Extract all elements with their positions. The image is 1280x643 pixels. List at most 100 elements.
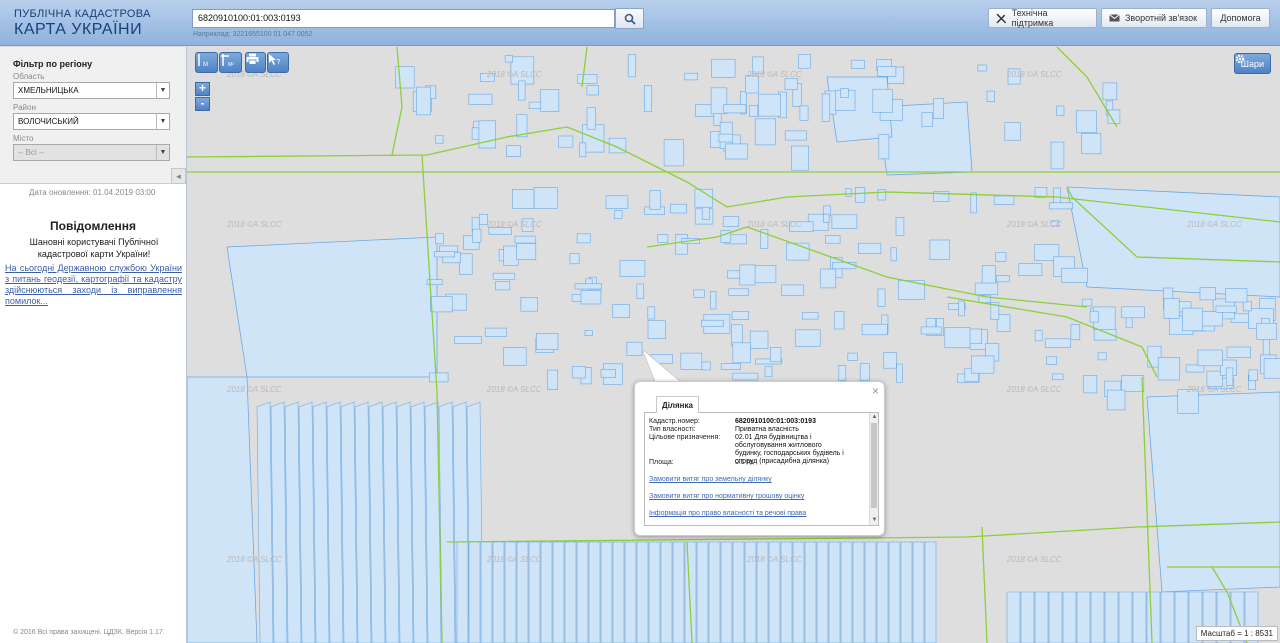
parcel: [647, 306, 656, 320]
parcel: [572, 366, 586, 379]
parcel: [888, 541, 901, 643]
parcel: [1097, 352, 1107, 361]
identify-button[interactable]: ?: [267, 52, 289, 73]
parcel: [896, 363, 903, 383]
help-button[interactable]: Допомога: [1211, 8, 1270, 28]
parcel: [430, 296, 453, 313]
parcel: [600, 369, 616, 378]
info-key: Площа:: [649, 459, 674, 466]
site-logo[interactable]: ПУБЛІЧНА КАДАСТРОВА КАРТА УКРАЇНИ: [14, 9, 151, 38]
sidebar: Фільтр по регіону Область ХМЕЛЬНИЦЬКА ▼ …: [0, 47, 187, 643]
parcel: [770, 346, 782, 363]
parcel: [424, 401, 442, 643]
boundary-line: [981, 526, 988, 643]
parcel: [820, 268, 837, 289]
map-scale: Масштаб = 1 : 8531: [1195, 626, 1278, 641]
collapse-sidebar-button[interactable]: ◄: [171, 168, 186, 184]
parcel: [838, 365, 847, 381]
svg-text:?: ?: [277, 59, 281, 66]
order-land-extract-link[interactable]: Замовити витяг про земельну ділянку: [649, 476, 772, 483]
scrollbar-thumb[interactable]: [871, 423, 877, 508]
parcel-info-popup: × Ділянка Кадастр.номер: 6820910100:01:0…: [634, 381, 885, 536]
copyright: © 2016 Всі права захищені. ЦДЗК. Версія …: [13, 629, 165, 636]
measure-area-button[interactable]: M²: [219, 52, 242, 73]
parcel: [657, 234, 669, 243]
parcel: [799, 105, 809, 121]
envelope-icon: [1109, 14, 1120, 22]
ownership-info-link[interactable]: Інформація про право власності та речові…: [649, 510, 806, 517]
parcel: [580, 290, 602, 305]
rayon-select[interactable]: ВОЛОЧИСЬКИЙ ▼: [13, 113, 170, 130]
map-watermark: 2018 ©A SLCC: [1186, 220, 1242, 229]
chevron-down-icon: ▼: [156, 83, 169, 98]
parcel: [995, 275, 1010, 283]
order-valuation-extract-link[interactable]: Замовити витяг про нормативну грошову оц…: [649, 493, 804, 500]
parcel: [877, 288, 886, 307]
parcel: [993, 195, 1015, 205]
tech-support-label: Технічна підтримка: [1011, 8, 1054, 28]
parcel: [725, 143, 748, 160]
measure-distance-button[interactable]: M: [195, 52, 218, 73]
tab-parcel[interactable]: Ділянка: [656, 396, 699, 413]
scroll-down-icon[interactable]: ▼: [870, 516, 878, 525]
popup-scrollbar[interactable]: ▲ ▼: [869, 413, 878, 525]
parcel: [732, 372, 759, 381]
parcel: [872, 88, 893, 113]
parcel: [1076, 110, 1097, 133]
parcel: [1182, 307, 1203, 332]
layers-button[interactable]: Шари: [1233, 53, 1271, 74]
map-canvas[interactable]: 2018 ©A SLCC 2018 ©A SLCC 2018 ©A SLCC 2018…: [187, 47, 1280, 643]
tech-support-button[interactable]: Технічна підтримка: [988, 8, 1097, 28]
parcel: [626, 341, 643, 356]
parcel: [877, 66, 897, 77]
cadastral-search-input[interactable]: 6820910100:01:003:0193: [192, 9, 615, 28]
oblast-select[interactable]: ХМЕЛЬНИЦЬКА ▼: [13, 82, 170, 99]
parcel: [600, 541, 613, 643]
parcel: [649, 190, 661, 210]
parcel: [794, 329, 821, 347]
zoom-out-button[interactable]: -: [195, 97, 210, 111]
parcel: [864, 541, 877, 643]
info-key: Тип власності:: [649, 426, 696, 433]
zoom-in-button[interactable]: +: [195, 82, 210, 96]
parcel: [924, 541, 937, 643]
scroll-up-icon[interactable]: ▲: [870, 413, 878, 422]
parcel: [684, 72, 699, 81]
parcel: [1090, 591, 1105, 643]
parcel: [858, 242, 882, 254]
parcel: [1132, 591, 1147, 643]
print-button[interactable]: [245, 52, 266, 73]
map-watermark: 2018 ©A SLCC: [486, 220, 542, 229]
parcel: [410, 401, 428, 643]
parcel: [801, 312, 819, 320]
parcel: [878, 134, 890, 160]
parcel: [912, 541, 925, 643]
parcel: [1121, 306, 1145, 319]
parcel: [823, 213, 830, 223]
parcel: [754, 118, 776, 146]
parcel: [701, 361, 711, 371]
parcel: [1225, 367, 1234, 386]
search-icon: [624, 13, 636, 25]
parcel: [1089, 310, 1099, 323]
search-button[interactable]: [615, 8, 644, 29]
close-icon[interactable]: ×: [872, 384, 879, 398]
tools-icon: [996, 13, 1007, 23]
parcel: [312, 401, 330, 643]
notice-link[interactable]: На сьогодні Державною службою України з …: [5, 263, 182, 307]
cursor-question-icon: ?: [269, 54, 281, 66]
parcel: [850, 59, 865, 69]
parcel: [605, 195, 629, 210]
parcel: [877, 189, 887, 201]
parcel: [859, 363, 870, 382]
parcel: [540, 541, 553, 643]
parcel: [981, 265, 996, 284]
ruler-icon: M: [198, 54, 208, 67]
map-watermark: 2018 ©A SLCC: [746, 555, 802, 564]
gear-icon: [1235, 54, 1245, 64]
parcel: [758, 93, 781, 117]
feedback-button[interactable]: Зворотній зв'язок: [1101, 8, 1207, 28]
parcel: [495, 281, 511, 291]
boundary-line: [391, 47, 403, 156]
info-key: Цільове призначення:: [649, 434, 721, 441]
